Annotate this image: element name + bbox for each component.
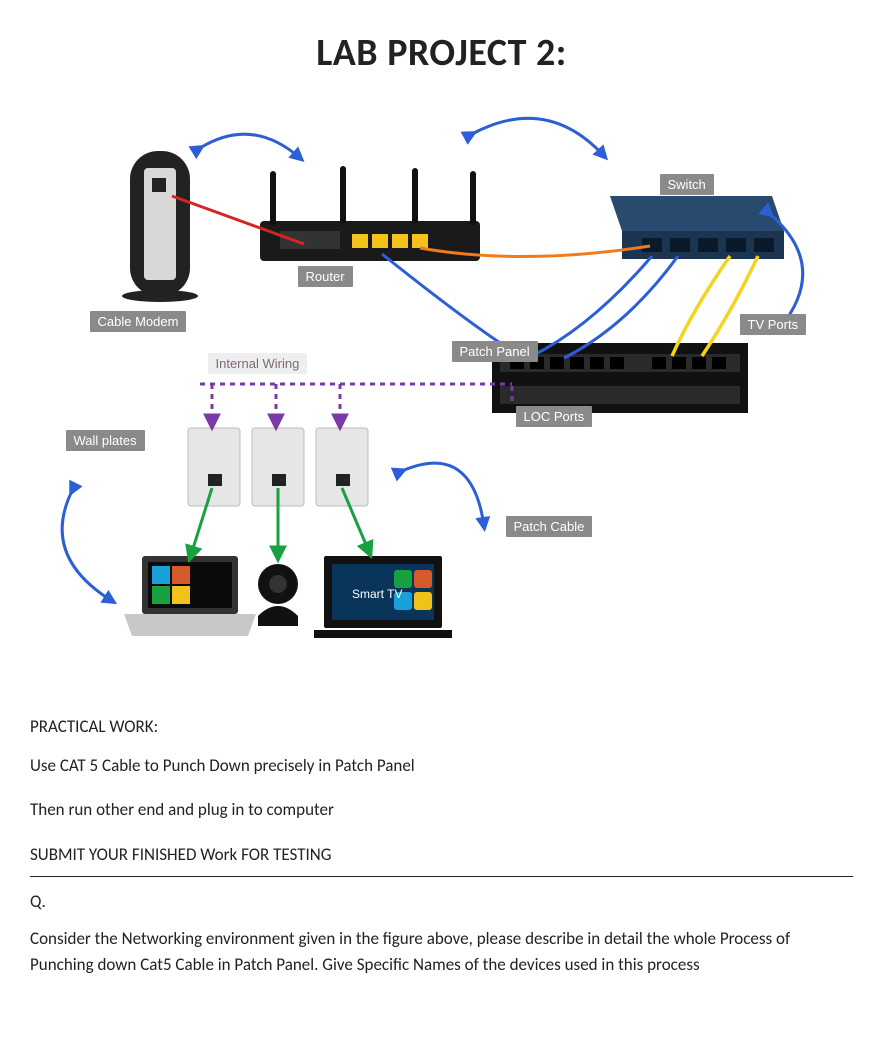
network-diagram: Smart TV — [52, 96, 832, 656]
label-internal-wiring: Internal Wiring — [208, 353, 308, 374]
page-title: LAB PROJECT 2: — [30, 30, 853, 76]
label-switch: Switch — [660, 174, 714, 195]
patch-cable-arc-2 — [472, 118, 604, 156]
smart-tv-text: Smart TV — [352, 587, 402, 601]
practical-line2: Then run other end and plug in to comput… — [30, 797, 853, 823]
patch-cable-arc-5 — [62, 491, 112, 601]
question-label: Q. — [30, 891, 853, 912]
router-icon — [260, 166, 480, 261]
label-cable-modem: Cable Modem — [90, 311, 187, 332]
question-prompt: Consider the Networking environment give… — [30, 926, 853, 979]
smart-tv-icon: Smart TV — [314, 556, 452, 638]
patch-cable-arc-4 — [402, 463, 484, 526]
cable-switch-tv-yellow2 — [702, 256, 758, 356]
label-router: Router — [298, 266, 353, 287]
label-patch-panel: Patch Panel — [452, 341, 538, 362]
patch-cable-arc-1 — [200, 134, 300, 158]
cable-switch-patch-blue2 — [564, 256, 678, 358]
label-tv-ports: TV Ports — [740, 314, 807, 335]
diagram-svg: Smart TV — [52, 96, 832, 656]
label-loc-ports: LOC Ports — [516, 406, 593, 427]
cable-modem-icon — [122, 151, 198, 302]
label-patch-cable: Patch Cable — [506, 516, 593, 537]
laptop-icon — [124, 556, 256, 636]
camera-icon — [258, 564, 298, 626]
submit-underline-block: SUBMIT YOUR FINISHED Work FOR TESTING — [30, 842, 853, 877]
practical-submit: SUBMIT YOUR FINISHED Work FOR TESTING — [30, 844, 331, 865]
cable-switch-tv-yellow — [672, 256, 730, 356]
cable-modem-to-router — [172, 196, 304, 244]
document-page: LAB PROJECT 2: — [0, 0, 883, 1055]
practical-line1: Use CAT 5 Cable to Punch Down precisely … — [30, 753, 853, 779]
label-wall-plates: Wall plates — [66, 430, 145, 451]
practical-heading: PRACTICAL WORK: — [30, 716, 853, 737]
